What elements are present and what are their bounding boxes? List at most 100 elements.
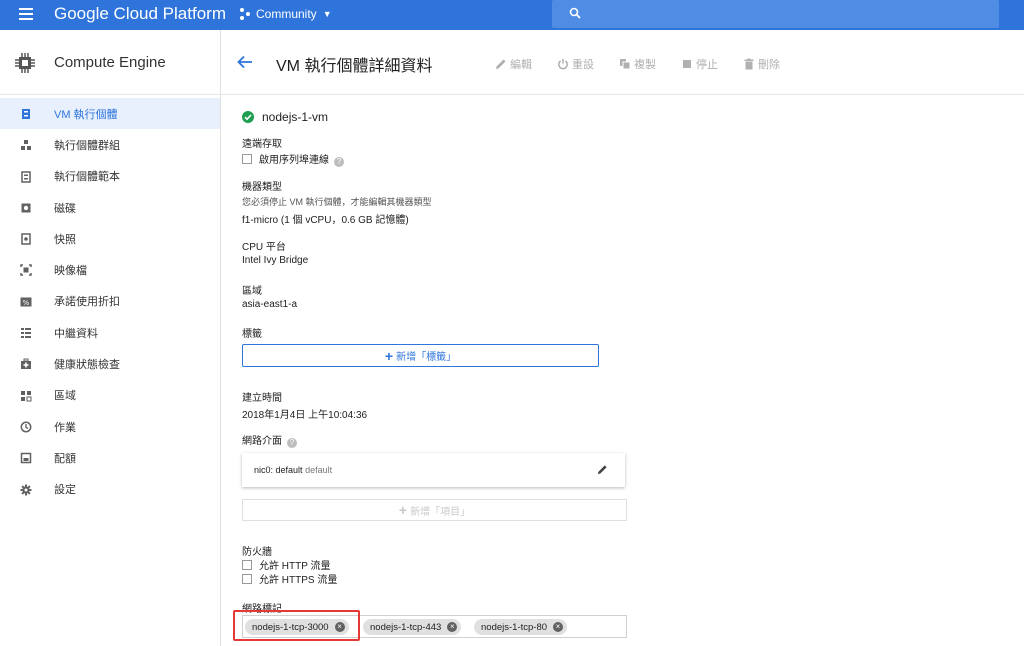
page-header: VM 執行個體詳細資料 編輯 重設 複製 停止 刪除 — [221, 30, 1024, 95]
remote-access-label: 遠端存取 — [242, 139, 282, 150]
serial-port-label: 啟用序列埠連線 — [259, 155, 329, 166]
metadata-icon — [21, 328, 31, 339]
edit-nic-pencil-icon[interactable] — [597, 464, 608, 475]
highlight-annotation-box — [233, 610, 360, 641]
sidebar-item-quotas[interactable]: 配額 — [0, 442, 220, 473]
add-item-button[interactable]: + 新增「項目」 — [242, 499, 627, 521]
allow-https-row: 允許 HTTPS 流量 — [242, 571, 337, 586]
network-interface-card[interactable]: nic0: default default — [242, 453, 625, 487]
allow-https-checkbox[interactable] — [242, 574, 252, 584]
instance-group-icon — [21, 140, 31, 151]
sidebar-header: Compute Engine — [0, 30, 220, 95]
remove-tag-icon[interactable]: × — [447, 622, 458, 632]
snapshot-icon — [21, 233, 31, 245]
clone-icon — [620, 59, 631, 70]
brand-title[interactable]: Google Cloud Platform — [54, 4, 226, 24]
stop-label: 停止 — [696, 59, 718, 71]
power-icon — [558, 58, 568, 70]
vm-name-row: nodejs-1-vm — [242, 110, 328, 124]
remove-tag-icon[interactable]: × — [553, 622, 564, 632]
vm-instance-icon — [22, 109, 30, 119]
sidebar-item-health-checks[interactable]: 健康狀態檢查 — [0, 348, 220, 379]
sidebar-title: Compute Engine — [54, 54, 166, 71]
allow-http-checkbox[interactable] — [242, 560, 252, 570]
stop-icon — [683, 60, 691, 68]
zone-value: asia-east1-a — [242, 299, 298, 310]
sidebar-item-label: 執行個體範本 — [54, 171, 120, 184]
svg-text:%: % — [23, 299, 30, 307]
sidebar-item-vm-instances[interactable]: VM 執行個體 — [0, 98, 220, 130]
top-app-bar: Google Cloud Platform Community ▼ — [0, 0, 1024, 30]
created-value: 2018年1月4日 上午10:04:36 — [242, 410, 368, 421]
action-toolbar: 編輯 重設 複製 停止 刪除 — [495, 56, 805, 72]
hamburger-menu-icon[interactable] — [19, 8, 33, 20]
sidebar-item-metadata[interactable]: 中繼資料 — [0, 317, 220, 348]
sidebar-item-snapshots[interactable]: 快照 — [0, 223, 220, 254]
project-dots-icon — [240, 8, 252, 20]
zone-icon — [21, 390, 32, 402]
network-tag-text: nodejs-1-tcp-443 — [370, 621, 442, 633]
network-tag-chip: nodejs-1-tcp-80 × — [474, 619, 568, 635]
sidebar: Compute Engine VM 執行個體 執行個體群組 執行個體範本 磁碟 … — [0, 30, 221, 646]
firewall-label: 防火牆 — [242, 547, 272, 558]
machine-type-note: 您必須停止 VM 執行個體，才能編輯其機器類型 — [242, 197, 432, 207]
sidebar-item-label: 健康狀態檢查 — [54, 359, 120, 372]
gear-icon — [20, 484, 32, 496]
delete-button[interactable]: 刪除 — [743, 56, 780, 72]
project-name: Community — [256, 7, 317, 21]
sidebar-item-instance-templates[interactable]: 執行個體範本 — [0, 161, 220, 192]
sidebar-item-label: 中繼資料 — [54, 327, 98, 340]
reset-button[interactable]: 重設 — [557, 56, 594, 72]
percent-icon: % — [20, 297, 32, 307]
clone-button[interactable]: 複製 — [619, 56, 656, 72]
search-icon — [569, 7, 581, 19]
add-label-text: 新增「標籤」 — [396, 352, 457, 363]
health-check-icon — [21, 358, 31, 370]
plus-icon: + — [398, 502, 408, 518]
sidebar-item-committed-use-discounts[interactable]: % 承諾使用折扣 — [0, 286, 220, 317]
sidebar-item-label: 承諾使用折扣 — [54, 296, 120, 309]
serial-port-checkbox[interactable] — [242, 154, 252, 164]
machine-type-value: f1-micro (1 個 vCPU，0.6 GB 記憶體) — [242, 215, 409, 226]
back-arrow-icon[interactable] — [237, 55, 253, 69]
zone-label: 區域 — [242, 286, 262, 297]
add-item-text: 新增「項目」 — [410, 506, 471, 518]
clone-label: 複製 — [634, 59, 656, 71]
instance-template-icon — [21, 170, 31, 183]
sidebar-item-instance-groups[interactable]: 執行個體群組 — [0, 129, 220, 160]
clock-icon — [20, 421, 32, 433]
network-tag-chip: nodejs-1-tcp-443 × — [363, 619, 462, 635]
allow-http-row: 允許 HTTP 流量 — [242, 557, 330, 572]
trash-icon — [744, 58, 754, 70]
edit-button[interactable]: 編輯 — [495, 56, 532, 72]
edit-label: 編輯 — [510, 59, 532, 71]
compute-engine-chip-icon — [15, 53, 35, 73]
network-tag-text: nodejs-1-tcp-80 — [481, 621, 548, 633]
sidebar-item-label: 執行個體群組 — [54, 139, 120, 152]
sidebar-item-operations[interactable]: 作業 — [0, 411, 220, 442]
nic-name: nic0: default — [254, 465, 303, 475]
help-icon[interactable]: ? — [334, 157, 344, 167]
sidebar-item-label: 作業 — [54, 421, 76, 434]
delete-label: 刪除 — [758, 59, 780, 71]
search-bar[interactable] — [552, 0, 999, 28]
network-interfaces-text: 網路介面 — [242, 436, 282, 447]
nic-row: nic0: default default — [254, 465, 332, 475]
sidebar-item-label: VM 執行個體 — [54, 108, 118, 121]
serial-port-row: 啟用序列埠連線? — [242, 151, 344, 167]
sidebar-item-zones[interactable]: 區域 — [0, 380, 220, 411]
created-label: 建立時間 — [242, 393, 282, 404]
plus-icon: + — [384, 347, 394, 364]
image-icon — [20, 264, 32, 277]
allow-https-label: 允許 HTTPS 流量 — [259, 575, 338, 586]
add-label-button[interactable]: + 新增「標籤」 — [242, 344, 599, 367]
help-icon[interactable]: ? — [287, 438, 297, 448]
stop-button[interactable]: 停止 — [681, 56, 718, 72]
project-selector[interactable]: Community ▼ — [240, 7, 332, 21]
sidebar-item-settings[interactable]: 設定 — [0, 474, 220, 505]
sidebar-item-label: 區域 — [54, 390, 76, 403]
sidebar-item-disks[interactable]: 磁碟 — [0, 192, 220, 223]
machine-type-label: 機器類型 — [242, 182, 282, 193]
sidebar-item-images[interactable]: 映像檔 — [0, 254, 220, 285]
sidebar-item-label: 配額 — [54, 452, 76, 465]
